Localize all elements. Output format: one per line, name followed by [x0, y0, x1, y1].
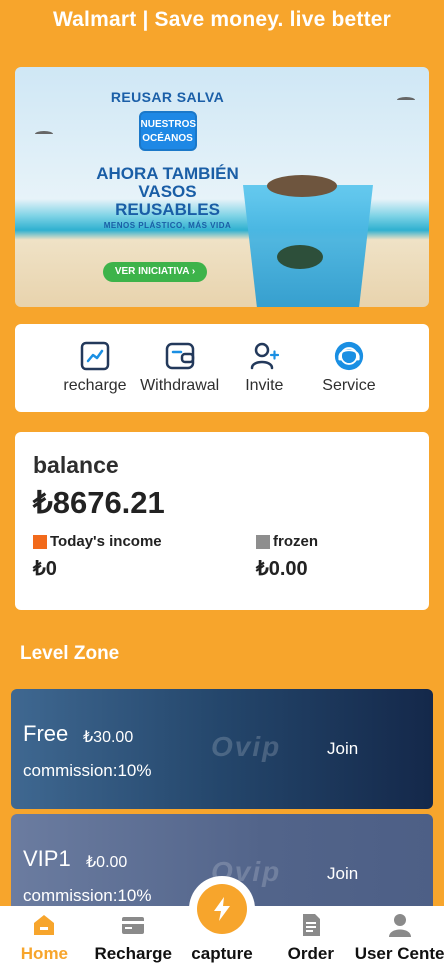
app-page: Walmart | Save money. live better REUSAR…	[0, 0, 444, 969]
frozen-label-row: frozen	[256, 533, 411, 550]
balance-amount: ₺8676.21	[33, 485, 165, 520]
banner-text: REUSAR SALVA NUESTROS OCÉANOS AHORA TAMB…	[85, 89, 250, 230]
invite-action[interactable]: Invite	[224, 341, 304, 395]
join-button[interactable]: Join	[327, 739, 358, 759]
chart-trend-icon	[80, 341, 110, 371]
banner-badge-line2: OCÉANOS	[142, 133, 193, 144]
banner-subline: MENOS PLÁSTICO, MÁS VIDA	[103, 221, 232, 230]
balance-title: balance	[33, 452, 119, 478]
level-card-free: Free ₺30.00 Ovip commission:10% Join	[11, 689, 433, 809]
quick-actions-bar: recharge Withdrawal Invite Service	[15, 324, 429, 412]
banner-cta-button[interactable]: VER INICIATIVA ›	[103, 262, 207, 282]
document-icon	[298, 912, 324, 938]
capture-label: capture	[191, 944, 253, 963]
banner-rock-image	[267, 175, 337, 197]
add-user-icon	[249, 341, 280, 371]
service-action-label: Service	[322, 377, 376, 394]
income-square-icon	[33, 534, 47, 549]
banner-headline-line2: VASOS REUSABLES	[115, 182, 220, 219]
nav-user-center-label: User Cente	[354, 944, 444, 963]
level-name: Free	[23, 721, 69, 746]
seagull-icon	[397, 97, 415, 103]
today-income-label: Today's income	[50, 533, 162, 550]
nav-order[interactable]: Order	[266, 906, 355, 969]
home-icon	[31, 912, 57, 938]
nav-user-center[interactable]: User Cente	[355, 906, 444, 969]
level-commission: commission:10%	[23, 886, 152, 905]
today-income-value: ₺0	[33, 558, 57, 580]
level-name: VIP1	[23, 846, 71, 871]
banner-badge: NUESTROS OCÉANOS	[138, 111, 197, 151]
level-price: ₺0.00	[86, 854, 128, 871]
banner-headline: AHORA TAMBIÉN VASOS REUSABLES	[85, 165, 250, 219]
banner-headline-line1: AHORA TAMBIÉN	[96, 164, 239, 183]
frozen-square-icon	[256, 534, 270, 549]
service-action[interactable]: Service	[309, 341, 389, 395]
recharge-action[interactable]: recharge	[55, 341, 135, 395]
level-price: ₺30.00	[83, 729, 134, 746]
today-income: Today's income ₺0	[33, 533, 188, 581]
join-button[interactable]: Join	[327, 864, 358, 884]
level-zone-title: Level Zone	[20, 643, 120, 664]
frozen-value: ₺0.00	[256, 558, 308, 580]
card-icon	[120, 912, 146, 938]
balance-card: balance ₺8676.21 Today's income ₺0 froze…	[15, 432, 429, 610]
nav-order-label: Order	[287, 944, 334, 963]
nav-home[interactable]: Home	[0, 906, 89, 969]
balance-details: Today's income ₺0 frozen ₺0.00	[33, 533, 411, 581]
level-commission: commission:10%	[23, 761, 152, 780]
capture-button[interactable]	[189, 876, 255, 942]
wallet-icon	[165, 341, 195, 371]
invite-action-label: Invite	[245, 377, 284, 394]
nav-recharge-label: Recharge	[94, 944, 172, 963]
nav-recharge[interactable]: Recharge	[89, 906, 178, 969]
banner-turtle-image	[277, 245, 323, 269]
seagull-icon	[35, 131, 53, 137]
support-icon	[334, 341, 364, 371]
lightning-icon	[197, 884, 247, 934]
vip-watermark-icon: Ovip	[211, 731, 282, 762]
page-title: Walmart | Save money. live better	[52, 8, 392, 31]
banner-eyebrow: REUSAR SALVA	[110, 89, 225, 105]
withdrawal-action-label: Withdrawal	[140, 377, 220, 394]
frozen: frozen ₺0.00	[256, 533, 411, 581]
banner-badge-line1: NUESTROS	[140, 119, 197, 130]
today-income-label-row: Today's income	[33, 533, 188, 550]
recharge-action-label: recharge	[63, 377, 127, 394]
frozen-label: frozen	[273, 533, 318, 550]
withdrawal-action[interactable]: Withdrawal	[140, 341, 220, 395]
user-icon	[387, 912, 413, 938]
nav-home-label: Home	[20, 944, 69, 963]
promo-banner[interactable]: REUSAR SALVA NUESTROS OCÉANOS AHORA TAMB…	[15, 67, 429, 307]
